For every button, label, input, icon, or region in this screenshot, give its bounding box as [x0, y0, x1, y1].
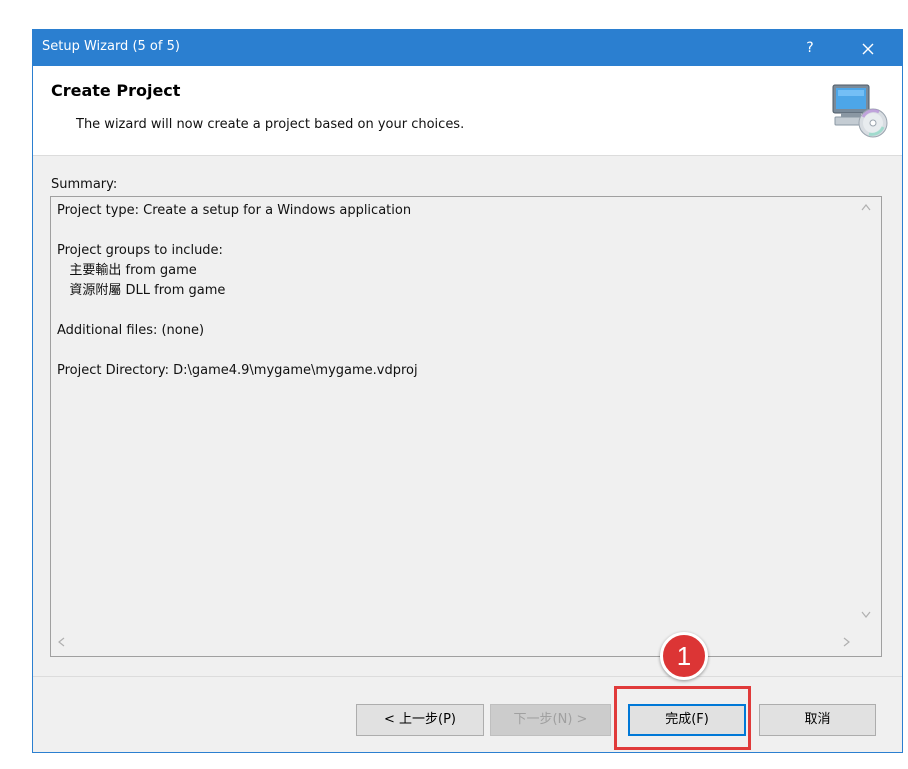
summary-label: Summary:: [51, 177, 118, 192]
footer-divider: [33, 676, 902, 677]
finish-button[interactable]: 完成(F): [628, 704, 746, 736]
horizontal-scrollbar[interactable]: [51, 633, 881, 656]
scroll-down-arrow-icon[interactable]: [859, 611, 873, 625]
page-subtitle: The wizard will now create a project bas…: [76, 117, 465, 132]
next-button[interactable]: 下一步(N) >: [490, 704, 611, 736]
close-icon: [862, 43, 874, 54]
scroll-right-arrow-icon[interactable]: [843, 637, 851, 650]
page-title: Create Project: [51, 81, 181, 100]
window-title: Setup Wizard (5 of 5): [42, 39, 180, 54]
close-button[interactable]: [853, 36, 883, 60]
step-number-badge: 1: [660, 632, 708, 680]
scroll-up-arrow-icon[interactable]: [859, 203, 873, 217]
back-button[interactable]: < 上一步(P): [356, 704, 484, 736]
wizard-header: Create Project The wizard will now creat…: [33, 66, 902, 156]
computer-cd-icon: [832, 84, 888, 138]
summary-text: Project type: Create a setup for a Windo…: [57, 203, 418, 378]
setup-wizard-window: Setup Wizard (5 of 5) ? Create Project T…: [32, 29, 903, 753]
title-bar: Setup Wizard (5 of 5) ?: [33, 30, 902, 66]
scroll-left-arrow-icon[interactable]: [57, 637, 65, 650]
summary-textbox[interactable]: Project type: Create a setup for a Windo…: [50, 196, 882, 657]
help-button[interactable]: ?: [795, 36, 825, 60]
cancel-button[interactable]: 取消: [759, 704, 876, 736]
